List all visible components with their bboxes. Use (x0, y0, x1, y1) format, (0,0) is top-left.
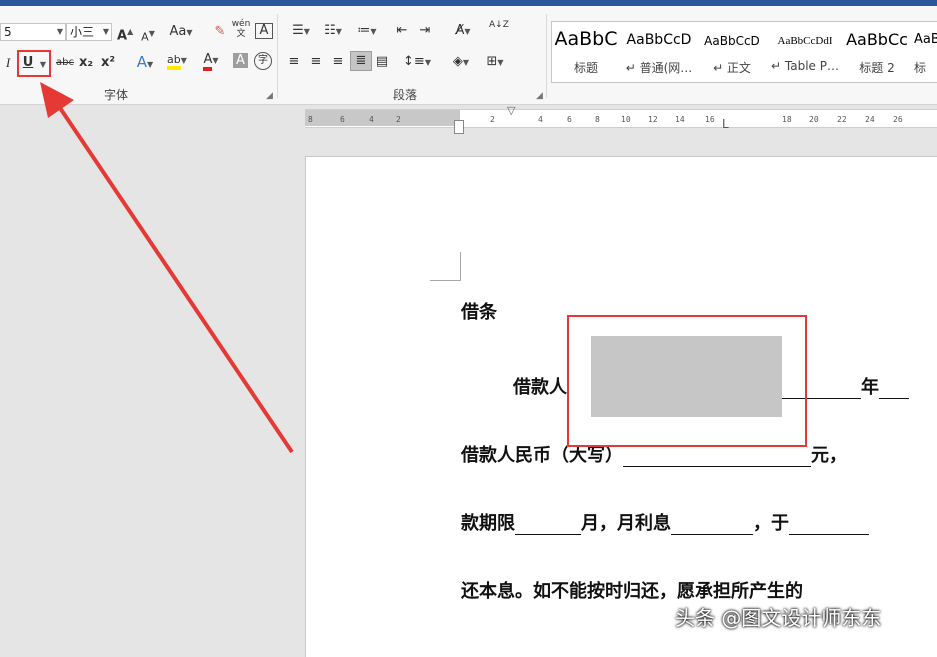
margin-corner-mark (430, 252, 461, 281)
ruler-tick: 6 (567, 115, 572, 124)
tab-stop-marker[interactable]: L (722, 117, 729, 131)
ruler-tick: 22 (837, 115, 847, 124)
ruler-tick: 16 (705, 115, 715, 124)
term-blank (515, 516, 581, 535)
ruler-left-margin (305, 110, 460, 126)
ruler-tick: 4 (369, 115, 374, 124)
term-label: 款期限 (461, 513, 515, 534)
ruler-tick: 26 (893, 115, 903, 124)
borrower-label: 借款人 (513, 377, 567, 398)
ruler-tick: 4 (538, 115, 543, 124)
interest-blank (671, 516, 753, 535)
ruler-tick: 20 (809, 115, 819, 124)
ruler-tick: 14 (675, 115, 685, 124)
amount-blank (623, 448, 811, 467)
watermark: 头条 @图文设计师东东 (675, 606, 882, 630)
ruler-tick: 18 (782, 115, 792, 124)
ruler-tick: 2 (490, 115, 495, 124)
ruler-tick: 12 (648, 115, 658, 124)
doc-line-3: 款期限 月，月利息 ，于 (461, 509, 869, 535)
document-title: 借条 (461, 302, 497, 323)
ruler-tick: 24 (865, 115, 875, 124)
doc-line-4: 还本息。如不能按时归还，愿承担所产生的 (461, 581, 803, 602)
ruler-tick: 10 (621, 115, 631, 124)
redaction-highlight-box (567, 315, 807, 447)
month-blank (879, 380, 909, 399)
ruler-tick: 6 (340, 115, 345, 124)
ruler-tick: 8 (595, 115, 600, 124)
year-label: 年 (861, 377, 879, 398)
left-indent-marker[interactable] (454, 120, 464, 134)
ruler-tick: 8 (308, 115, 313, 124)
interest-label: 月，月利息 (581, 513, 671, 534)
yuan-label: 元， (811, 445, 847, 466)
amount-label: 借款人民币（大写） (461, 445, 623, 466)
first-line-indent-marker[interactable]: ▽ (507, 104, 515, 117)
ruler-tick: 2 (396, 115, 401, 124)
due-label: ，于 (753, 513, 789, 534)
due-blank (789, 516, 869, 535)
